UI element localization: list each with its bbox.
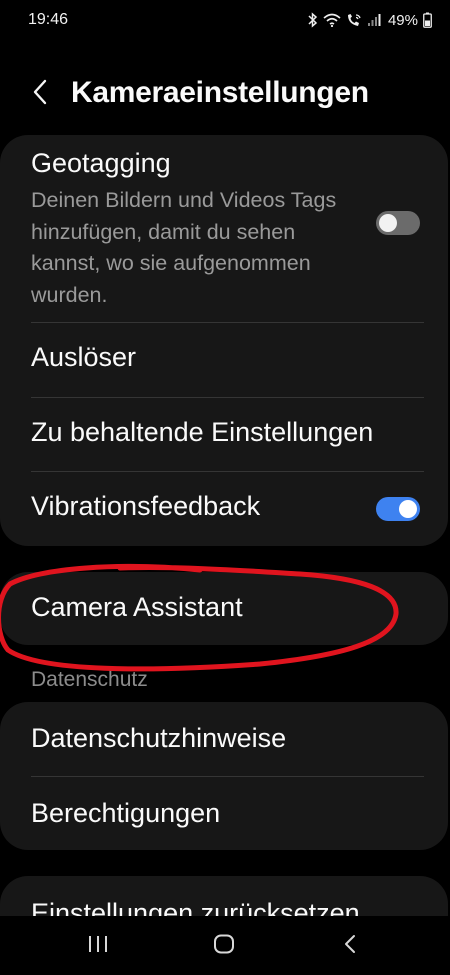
bluetooth-icon bbox=[308, 12, 318, 28]
vibration-feedback-toggle[interactable] bbox=[376, 497, 420, 521]
navigation-bar bbox=[0, 916, 450, 975]
status-icons: 49% bbox=[308, 10, 432, 30]
back-button[interactable] bbox=[22, 76, 58, 112]
battery-percentage: 49% bbox=[387, 11, 418, 29]
settings-to-keep-title: Zu behaltende Einstellungen bbox=[31, 417, 374, 447]
permissions-title: Berechtigungen bbox=[31, 798, 221, 828]
wifi-call-icon bbox=[346, 13, 362, 28]
battery-icon bbox=[423, 12, 432, 28]
wifi-icon bbox=[323, 13, 341, 27]
status-bar: 19:46 49% bbox=[0, 0, 450, 40]
nav-back-button[interactable] bbox=[325, 926, 375, 966]
privacy-notice-title: Datenschutzhinweise bbox=[31, 723, 287, 753]
page-title: Kameraeinstellungen bbox=[71, 76, 369, 109]
privacy-notice-row[interactable]: Datenschutzhinweise bbox=[0, 702, 448, 776]
toggle-knob bbox=[379, 214, 397, 232]
geotagging-row[interactable]: Geotagging Deinen Bildern und Videos Tag… bbox=[0, 135, 448, 323]
chevron-left-icon bbox=[32, 79, 48, 110]
settings-card: Geotagging Deinen Bildern und Videos Tag… bbox=[0, 135, 448, 546]
vibration-feedback-title: Vibrationsfeedback bbox=[31, 491, 261, 521]
section-label-privacy: Datenschutz bbox=[31, 668, 148, 691]
home-button[interactable] bbox=[199, 926, 249, 966]
toggle-knob bbox=[399, 500, 417, 518]
shutter-row[interactable]: Auslöser bbox=[0, 323, 448, 397]
vibration-feedback-row[interactable]: Vibrationsfeedback bbox=[0, 472, 448, 546]
camera-assistant-card[interactable]: Camera Assistant bbox=[0, 572, 448, 645]
permissions-row[interactable]: Berechtigungen bbox=[0, 777, 448, 850]
settings-to-keep-row[interactable]: Zu behaltende Einstellungen bbox=[0, 398, 448, 471]
app-header: Kameraeinstellungen bbox=[0, 62, 450, 128]
camera-assistant-title: Camera Assistant bbox=[31, 592, 243, 622]
privacy-card: Datenschutzhinweise Berechtigungen bbox=[0, 702, 448, 850]
geotagging-title: Geotagging bbox=[31, 148, 171, 178]
geotagging-toggle[interactable] bbox=[376, 211, 420, 235]
back-icon bbox=[343, 934, 357, 959]
recent-apps-icon bbox=[87, 935, 109, 958]
home-icon bbox=[213, 934, 235, 959]
shutter-title: Auslöser bbox=[31, 342, 137, 372]
geotagging-description: Deinen Bildern und Videos Tags hinzufüge… bbox=[31, 188, 337, 307]
status-time: 19:46 bbox=[28, 11, 69, 28]
signal-icon bbox=[367, 13, 381, 27]
recent-apps-button[interactable] bbox=[73, 926, 123, 966]
